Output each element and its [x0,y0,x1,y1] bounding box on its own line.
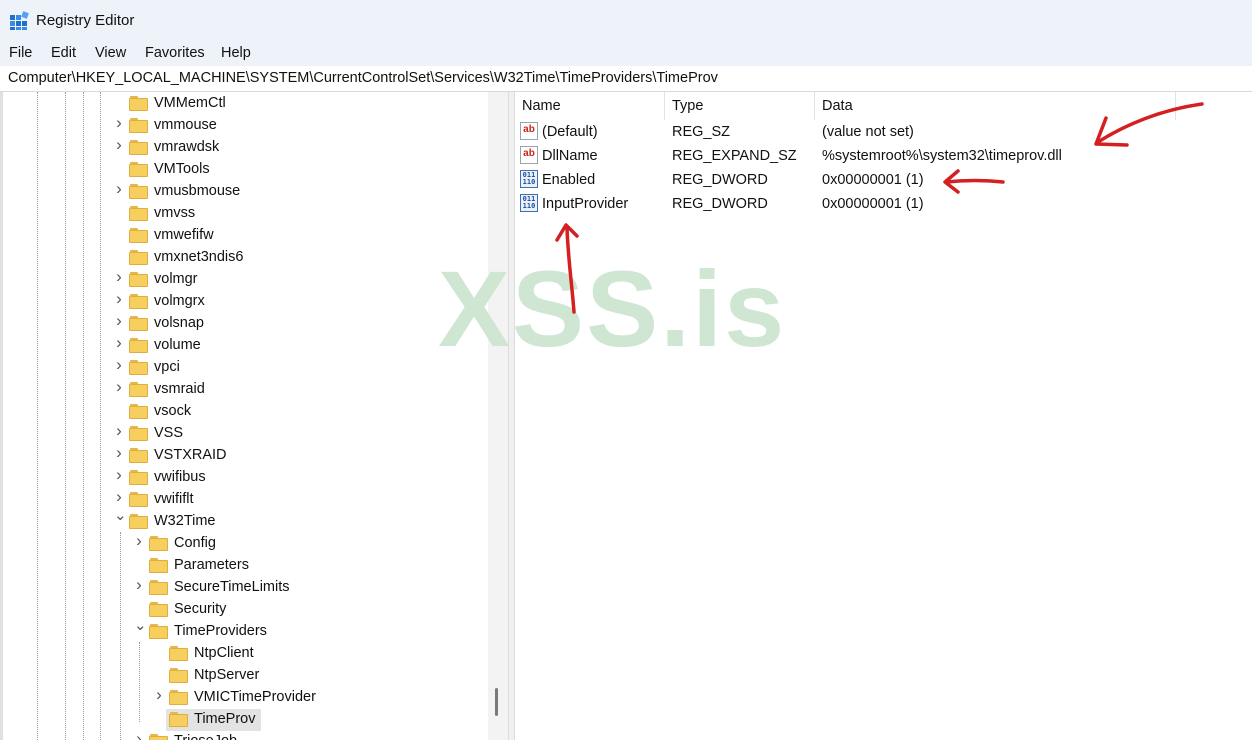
annotation-arrow [565,226,576,314]
annotation-arrow [1096,102,1204,144]
annotation-overlay [555,102,1204,314]
annotation-arrow [944,178,1005,184]
